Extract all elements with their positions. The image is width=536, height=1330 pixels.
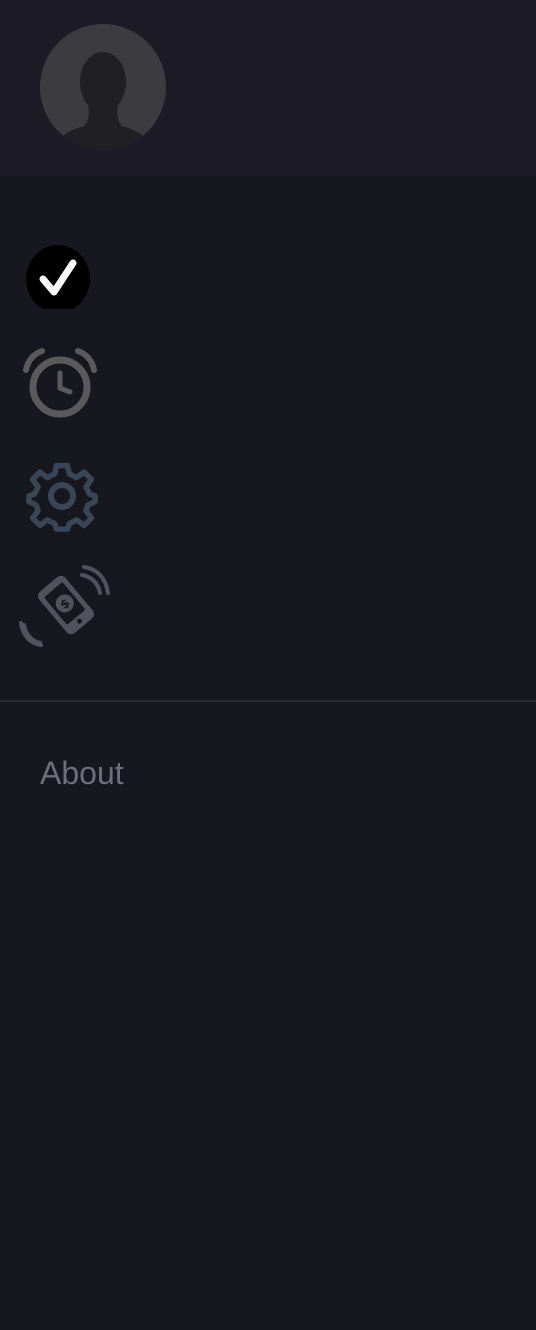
navigation-drawer: $ About [0,0,536,1330]
nav-item-alarm[interactable] [18,342,114,426]
check-circle-icon [26,245,90,309]
gear-icon [26,462,98,532]
nav-item-payment[interactable]: $ [18,565,114,649]
nav-item-settings[interactable] [18,455,114,539]
alarm-clock-icon [23,348,97,418]
mobile-payment-icon: $ [19,565,110,647]
avatar[interactable] [40,24,166,150]
divider [0,700,536,702]
about-link[interactable]: About [40,753,124,793]
user-avatar-placeholder-icon [40,24,166,150]
nav-item-tasks[interactable] [18,231,114,315]
drawer-header [0,0,536,176]
